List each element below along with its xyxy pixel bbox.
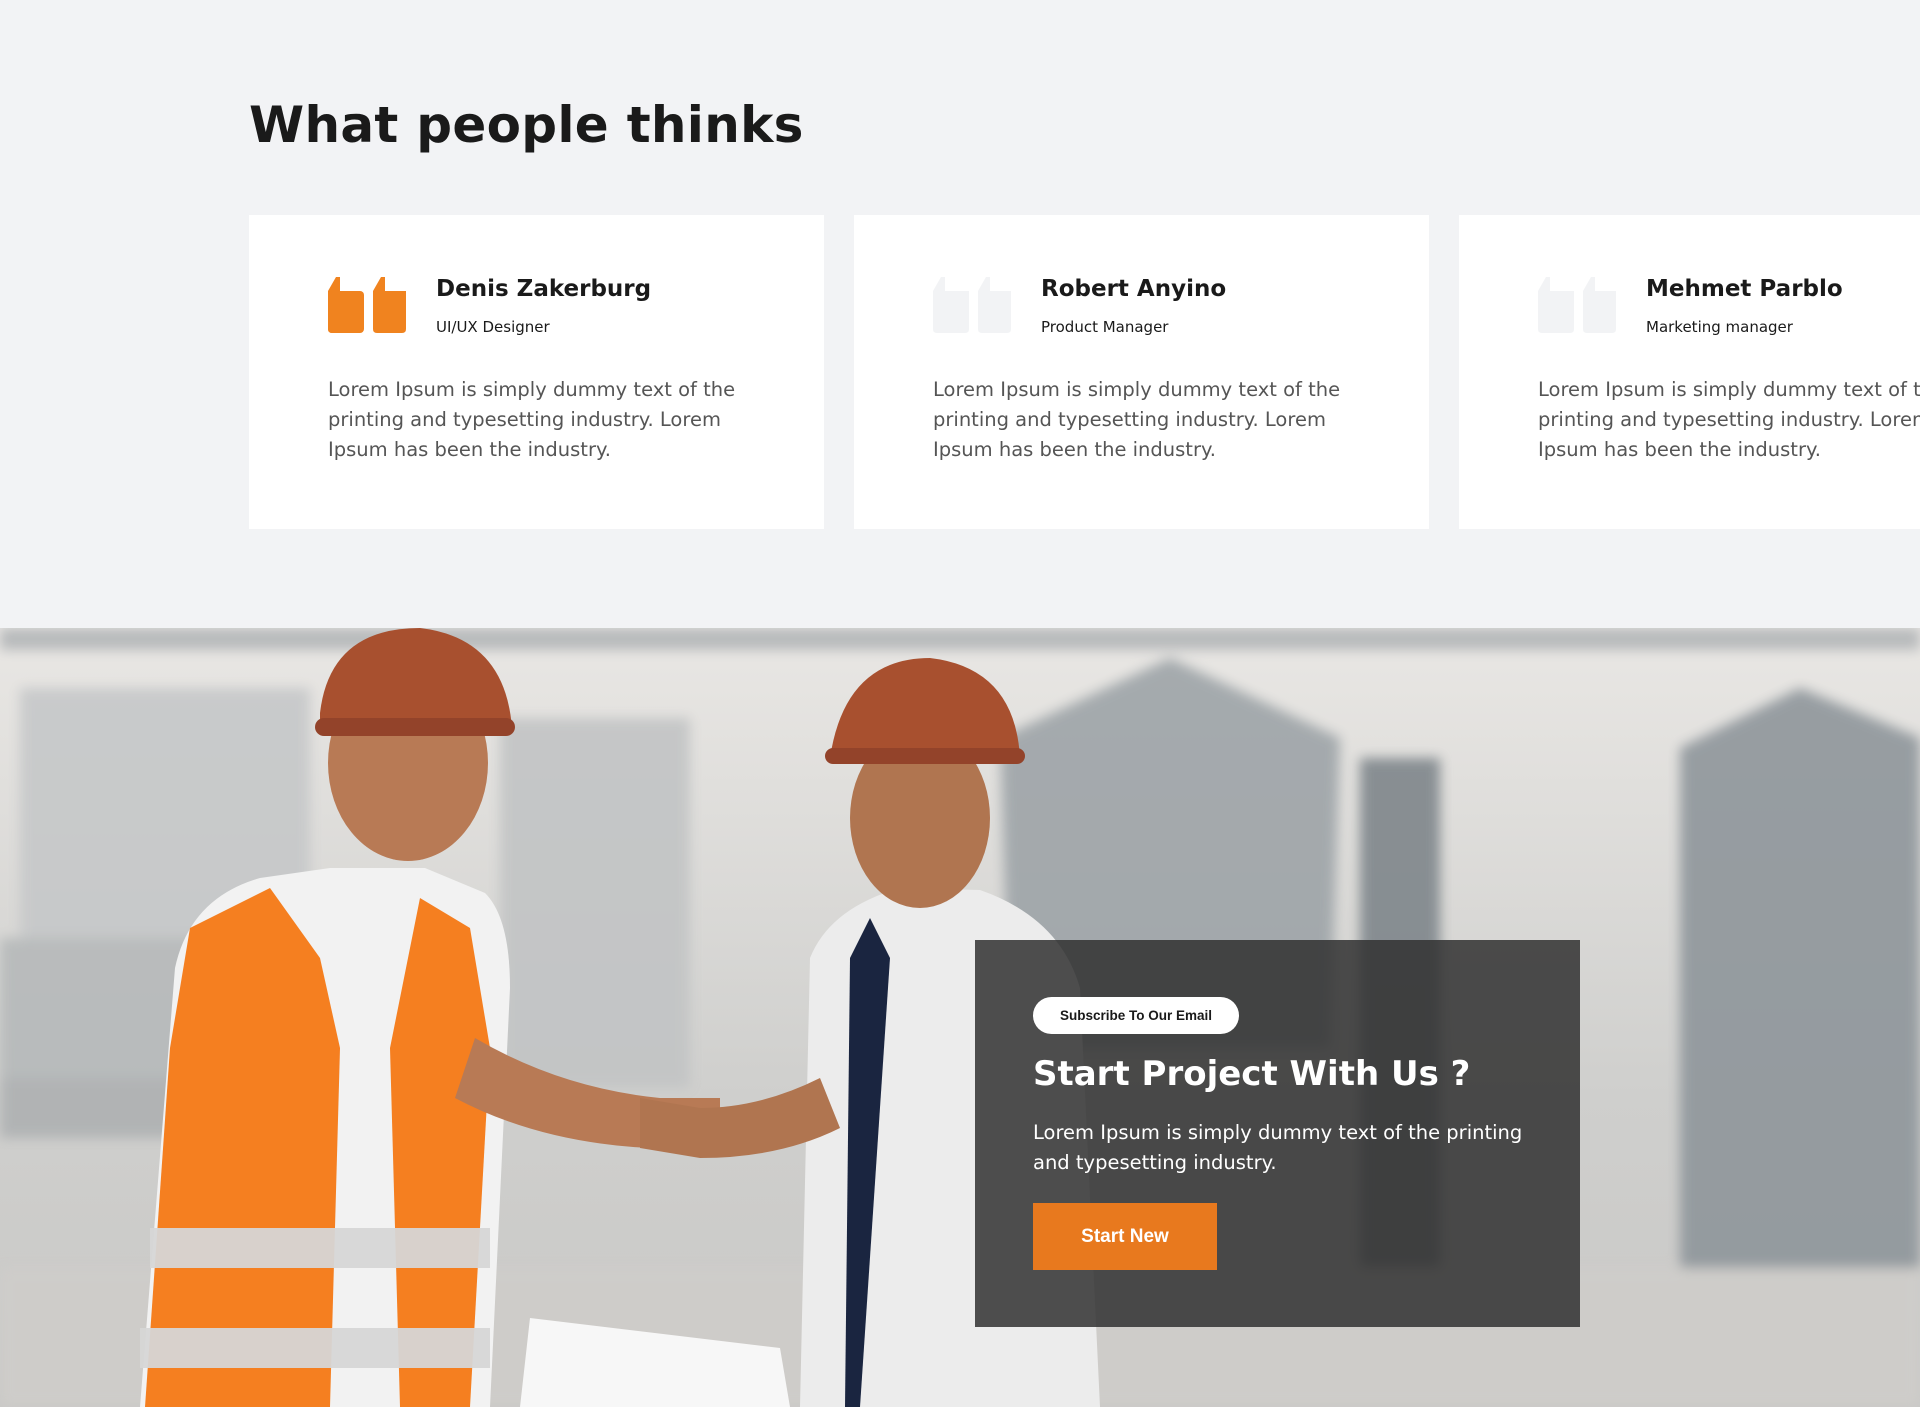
cta-panel: Subscribe To Our Email Start Project Wit… xyxy=(975,940,1580,1327)
quote-icon xyxy=(328,277,406,333)
cta-description: Lorem Ipsum is simply dummy text of the … xyxy=(1033,1121,1523,1174)
testimonials-section: What people thinks Denis Zakerburg UI/UX… xyxy=(0,0,1920,628)
testimonial-role: Marketing manager xyxy=(1646,318,1793,336)
section-title: What people thinks xyxy=(249,96,804,154)
quote-icon xyxy=(933,277,1011,333)
testimonial-name: Denis Zakerburg xyxy=(436,276,652,302)
testimonial-text: Lorem Ipsum is simply dummy text of the … xyxy=(328,378,736,461)
testimonial-card: Denis Zakerburg UI/UX Designer Lorem Ips… xyxy=(249,215,824,529)
testimonial-card: Mehmet Parblo Marketing manager Lorem Ip… xyxy=(1459,215,1920,529)
start-new-button[interactable]: Start New xyxy=(1033,1203,1217,1270)
testimonial-role: UI/UX Designer xyxy=(436,318,550,336)
testimonial-text: Lorem Ipsum is simply dummy text of the … xyxy=(933,378,1341,461)
handshake-photo xyxy=(0,628,1920,1407)
testimonial-card: Robert Anyino Product Manager Lorem Ipsu… xyxy=(854,215,1429,529)
cta-hero-section: Subscribe To Our Email Start Project Wit… xyxy=(0,628,1920,1407)
cta-heading: Start Project With Us ? xyxy=(1033,1054,1471,1094)
subscribe-badge[interactable]: Subscribe To Our Email xyxy=(1033,997,1240,1034)
testimonial-text: Lorem Ipsum is simply dummy text of the … xyxy=(1538,378,1920,461)
quote-icon xyxy=(1538,277,1616,333)
testimonial-name: Robert Anyino xyxy=(1041,276,1227,302)
testimonial-role: Product Manager xyxy=(1041,318,1169,336)
testimonial-name: Mehmet Parblo xyxy=(1646,276,1843,302)
